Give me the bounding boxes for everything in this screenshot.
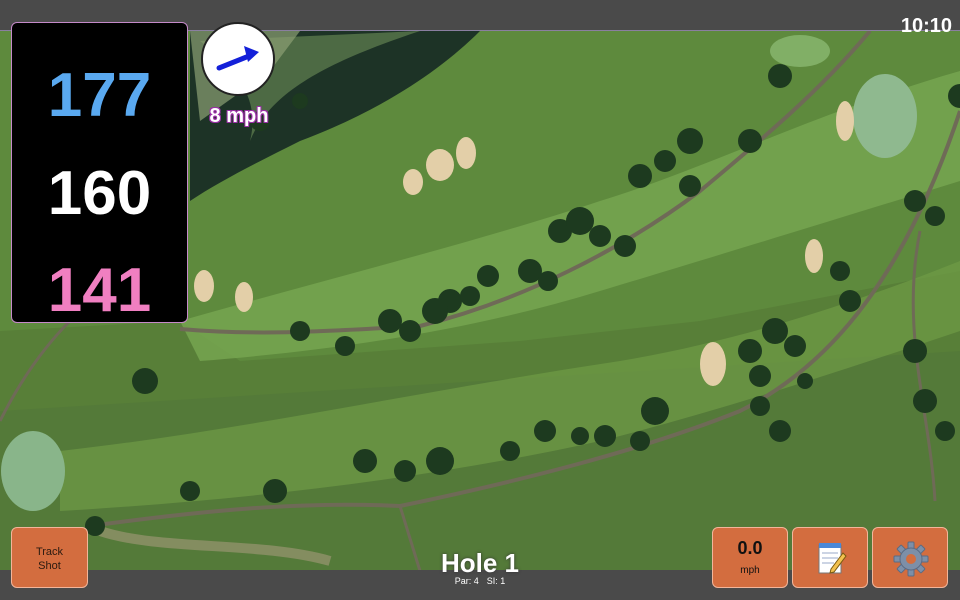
distance-panel: 177 160 141 (11, 22, 188, 323)
hole-title: Hole 1 (440, 548, 520, 578)
track-shot-label-line1: Track (35, 546, 64, 558)
hole-info: Par: 4 SI: 1 (380, 576, 580, 586)
stroke-index-label: SI: 1 (486, 576, 506, 586)
distance-back: 177 (47, 61, 152, 130)
distance-center: 160 (47, 159, 152, 228)
golf-gps-screen: 10:10 177 160 141 8 mph Track Shot Hole … (0, 0, 960, 600)
distance-front: 141 (47, 256, 152, 325)
speed-unit: mph (740, 565, 760, 576)
settings-button[interactable] (872, 527, 948, 588)
notepad-pencil-icon (818, 543, 847, 574)
speed-button[interactable]: 0.0 mph (712, 527, 788, 588)
wind-direction-dial (201, 22, 275, 96)
par-label: Par: 4 (454, 576, 479, 586)
wind-direction-arrow-icon (216, 46, 259, 71)
speed-value: 0.0 (737, 538, 763, 558)
clock: 10:10 (900, 15, 952, 37)
track-shot-label-line2: Shot (38, 560, 61, 572)
notes-button[interactable] (792, 527, 868, 588)
wind-speed-label: 8 mph (209, 105, 269, 127)
gear-icon (893, 541, 929, 577)
track-shot-button[interactable]: Track Shot (11, 527, 88, 588)
